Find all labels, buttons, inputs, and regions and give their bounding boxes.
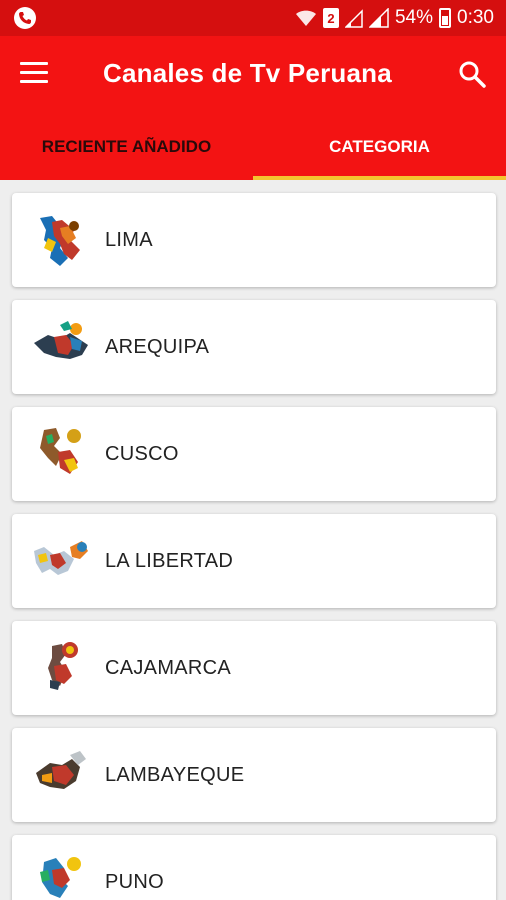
lima-map-thumbnail (40, 216, 80, 266)
status-indicators: 2 54% 0:30 (295, 6, 494, 30)
hamburger-menu-icon[interactable] (20, 62, 48, 86)
search-icon[interactable] (458, 60, 486, 88)
category-item-lambayeque[interactable]: LAMBAYEQUE (12, 728, 496, 822)
category-item-cajamarca[interactable]: CAJAMARCA (12, 621, 496, 715)
category-item-puno[interactable]: PUNO (12, 835, 496, 900)
category-label: LAMBAYEQUE (105, 764, 245, 786)
tab-reciente-anadido[interactable]: RECIENTE AÑADIDO (0, 114, 253, 180)
category-label: LA LIBERTAD (105, 550, 234, 572)
category-item-lima[interactable]: LIMA (12, 193, 496, 287)
battery-icon (439, 8, 452, 28)
category-item-cusco[interactable]: CUSCO (12, 407, 496, 501)
sim-slot-badge: 2 (322, 8, 339, 28)
signal-icon (368, 8, 389, 28)
battery-percent: 54% (394, 7, 434, 28)
category-label: PUNO (105, 871, 164, 893)
category-item-arequipa[interactable]: AREQUIPA (12, 300, 496, 394)
category-label: CAJAMARCA (105, 657, 232, 679)
la-libertad-map-thumbnail (34, 541, 88, 575)
cusco-map-thumbnail (40, 428, 81, 474)
category-item-la-libertad[interactable]: LA LIBERTAD (12, 514, 496, 608)
signal-low-icon (344, 9, 363, 28)
app-title: Canales de Tv Peruana (103, 58, 392, 88)
status-bar: 2 54% 0:30 (0, 0, 506, 36)
cajamarca-map-thumbnail (48, 642, 78, 690)
status-time: 0:30 (457, 7, 494, 28)
lambayeque-map-thumbnail (36, 751, 86, 789)
category-label: AREQUIPA (105, 336, 210, 358)
tab-categoria[interactable]: CATEGORIA (253, 114, 506, 180)
category-label: LIMA (105, 229, 153, 251)
puno-map-thumbnail (40, 857, 81, 898)
phone-notification-icon (14, 7, 36, 29)
app-bar: Canales de Tv Peruana (0, 36, 506, 114)
tab-bar: RECIENTE AÑADIDO CATEGORIA (0, 114, 506, 180)
category-label: CUSCO (105, 443, 179, 465)
category-list: LIMA AREQUIPA CUSCO LA LIBERTAD CAJAMARC… (12, 193, 496, 900)
wifi-icon (295, 10, 316, 26)
arequipa-map-thumbnail (34, 321, 88, 359)
